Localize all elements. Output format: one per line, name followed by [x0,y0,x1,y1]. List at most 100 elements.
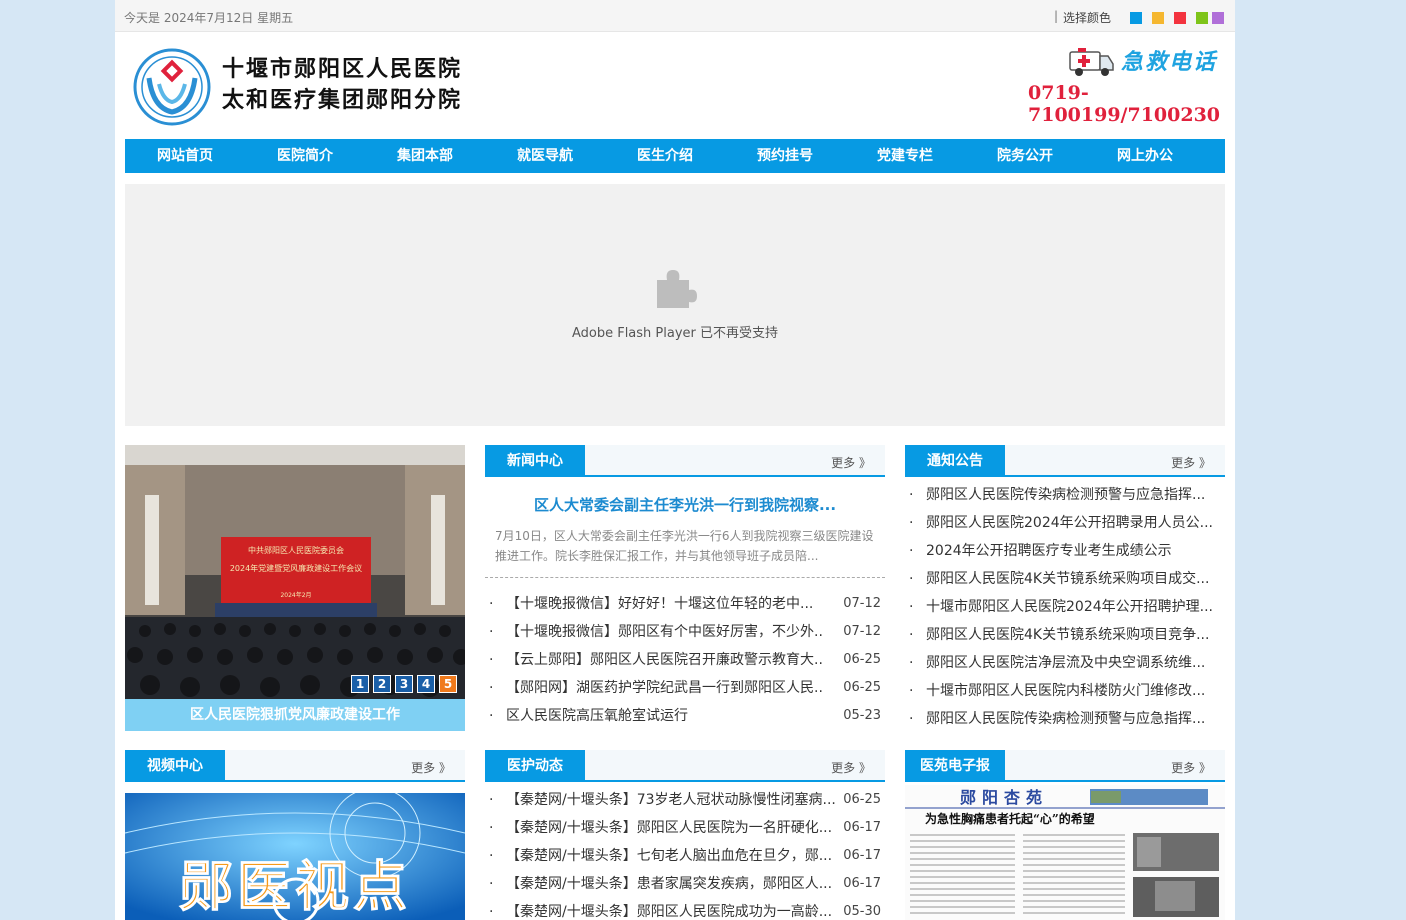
flash-placeholder: Adobe Flash Player 已不再受支持 [125,184,1225,426]
nursing-title: 医护动态 [485,750,585,782]
nav-online-office[interactable]: 网上办公 [1085,139,1205,173]
notice-item-title[interactable]: 十堰市郧阳区人民医院内科楼防火门维修改... [926,677,1205,705]
video-center-header: 视频中心 更多 》 [125,750,465,782]
notice-more-link[interactable]: 更多 》 [1171,454,1211,471]
main-nav: 网站首页 医院简介 集团本部 就医导航 医生介绍 预约挂号 党建专栏 院务公开 … [125,139,1225,173]
nursing-more-link[interactable]: 更多 》 [831,759,871,776]
news-center-title: 新闻中心 [485,445,585,477]
list-item[interactable]: · 区人民医院高压氧舱室试运行 05-23 [485,702,885,730]
nav-appointment[interactable]: 预约挂号 [725,139,845,173]
plugin-puzzle-icon [657,270,697,308]
hospital-name-line2: 太和医疗集团郧阳分院 [222,87,463,113]
nursing-item-title[interactable]: 【秦楚网/十堰头条】郧阳区人民医院为一名肝硬化... [506,814,840,842]
nav-doctors[interactable]: 医生介绍 [605,139,725,173]
nursing-item-date: 06-17 [843,876,881,891]
list-item[interactable]: · 【秦楚网/十堰头条】郧阳区人民医院成功为一高龄... 05-30 [485,898,885,920]
news-item-title[interactable]: 【郧阳网】湖医药护学院纪武昌一行到郧阳区人民... [506,674,822,702]
banner-line1: 中共郧阳区人民医院委员会 [248,545,344,555]
slide-dot-2[interactable]: 2 [373,675,391,693]
nursing-item-title[interactable]: 【秦楚网/十堰头条】郧阳区人民医院成功为一高龄... [506,898,840,920]
nav-party-building[interactable]: 党建专栏 [845,139,965,173]
news-item-title[interactable]: 【云上郧阳】郧阳区人民医院召开廉政警示教育大... [506,646,822,674]
bullet-icon: · [909,599,914,615]
list-item[interactable]: · 十堰市郧阳区人民医院内科楼防火门维修改... [905,677,1225,705]
list-item[interactable]: · 郧阳区人民医院洁净层流及中央空调系统维... [905,649,1225,677]
nursing-item-date: 06-17 [843,820,881,835]
nav-group-headquarters[interactable]: 集团本部 [365,139,485,173]
date-text: 今天是 2024年7月12日 星期五 [124,11,294,25]
notice-item-title[interactable]: 郧阳区人民医院传染病检测预警与应急指挥... [926,705,1205,733]
slide-pagination: 1 2 3 4 5 [351,675,457,693]
nav-home[interactable]: 网站首页 [125,139,245,173]
slide-dot-5[interactable]: 5 [439,675,457,693]
slide-image[interactable]: 中共郧阳区人民医院委员会 2024年党建暨党风廉政建设工作会议 2024年2月 [125,445,465,699]
choose-color-label: 选择颜色 [1063,11,1112,25]
color-swatch-red[interactable] [1174,12,1186,24]
news-item-date: 07-12 [843,596,881,611]
nav-hospital-intro[interactable]: 医院简介 [245,139,365,173]
nursing-item-title[interactable]: 【秦楚网/十堰头条】73岁老人冠状动脉慢性闭塞病... [506,786,840,814]
notice-item-title[interactable]: 郧阳区人民医院传染病检测预警与应急指挥... [926,481,1205,509]
notice-item-title[interactable]: 郧阳区人民医院4K关节镜系统采购项目成交... [926,565,1209,593]
list-item[interactable]: · 郧阳区人民医院传染病检测预警与应急指挥... [905,481,1225,509]
hospital-name: 十堰市郧阳区人民医院 太和医疗集团郧阳分院 [222,54,462,116]
news-list: · 【十堰晚报微信】好好好！十堰这位年轻的老中... 07-12 · 【十堰晚报微信】… [485,590,885,730]
slide-dot-3[interactable]: 3 [395,675,413,693]
nursing-item-title[interactable]: 【秦楚网/十堰头条】患者家属突发疾病，郧阳区人... [506,870,840,898]
epaper-thumbnail[interactable]: 郧阳杏苑 为急性胸痛患者托起“心”的希望 [905,785,1225,920]
list-item[interactable]: · 【十堰晚报微信】郧阳区有个中医好厉害，不少外... 07-12 [485,618,885,646]
news-item-title[interactable]: 【十堰晚报微信】好好好！十堰这位年轻的老中... [506,590,822,618]
epaper-masthead: 郧阳杏苑 [960,788,1048,807]
color-swatch-blue[interactable] [1130,12,1142,24]
bullet-icon: · [909,711,914,727]
nursing-item-title[interactable]: 【秦楚网/十堰头条】七旬老人脑出血危在旦夕，郧... [506,842,840,870]
news-slideshow[interactable]: 中共郧阳区人民医院委员会 2024年党建暨党风廉政建设工作会议 2024年2月 [125,445,465,731]
bullet-icon: · [909,655,914,671]
notice-item-title[interactable]: 十堰市郧阳区人民医院2024年公开招聘护理... [926,593,1213,621]
nursing-header: 医护动态 更多 》 [485,750,885,782]
color-swatch-purple[interactable] [1212,12,1224,24]
nav-medical-guide[interactable]: 就医导航 [485,139,605,173]
list-item[interactable]: · 【秦楚网/十堰头条】郧阳区人民医院为一名肝硬化... 06-17 [485,814,885,842]
list-item[interactable]: · 【十堰晚报微信】好好好！十堰这位年轻的老中... 07-12 [485,590,885,618]
list-item[interactable]: · 郧阳区人民医院2024年公开招聘录用人员公... [905,509,1225,537]
list-item[interactable]: · 郧阳区人民医院传染病检测预警与应急指挥... [905,705,1225,733]
hospital-logo[interactable] [133,48,211,126]
news-more-link[interactable]: 更多 》 [831,454,871,471]
news-headline[interactable]: 区人大常委会副主任李光洪一行到我院视察... [485,494,885,515]
notice-item-title[interactable]: 2024年公开招聘医疗专业考生成绩公示 [926,537,1172,565]
slide-dot-1[interactable]: 1 [351,675,369,693]
notice-title: 通知公告 [905,445,1005,477]
notice-item-title[interactable]: 郧阳区人民医院洁净层流及中央空调系统维... [926,649,1205,677]
epaper-more-link[interactable]: 更多 》 [1171,759,1211,776]
bullet-icon: · [489,820,494,836]
list-item[interactable]: · 【云上郧阳】郧阳区人民医院召开廉政警示教育大... 06-25 [485,646,885,674]
notice-item-title[interactable]: 郧阳区人民医院2024年公开招聘录用人员公... [926,509,1213,537]
news-item-title[interactable]: 【十堰晚报微信】郧阳区有个中医好厉害，不少外... [506,618,822,646]
notice-item-title[interactable]: 郧阳区人民医院4K关节镜系统采购项目竞争... [926,621,1209,649]
list-item[interactable]: · 十堰市郧阳区人民医院2024年公开招聘护理... [905,593,1225,621]
bullet-icon: · [489,904,494,920]
bullet-icon: · [909,627,914,643]
banner-line2: 2024年党建暨党风廉政建设工作会议 [230,563,362,573]
list-item[interactable]: · 郧阳区人民医院4K关节镜系统采购项目成交... [905,565,1225,593]
nav-affairs-public[interactable]: 院务公开 [965,139,1085,173]
color-swatch-orange[interactable] [1152,12,1164,24]
news-item-title[interactable]: 区人民医院高压氧舱室试运行 [506,702,822,730]
list-item[interactable]: · 【秦楚网/十堰头条】73岁老人冠状动脉慢性闭塞病... 06-25 [485,786,885,814]
list-item[interactable]: · 【秦楚网/十堰头条】患者家属突发疾病，郧阳区人... 06-17 [485,870,885,898]
bullet-icon: · [489,708,494,724]
list-item[interactable]: · 【秦楚网/十堰头条】七旬老人脑出血危在旦夕，郧... 06-17 [485,842,885,870]
list-item[interactable]: · 【郧阳网】湖医药护学院纪武昌一行到郧阳区人民... 06-25 [485,674,885,702]
slide-dot-4[interactable]: 4 [417,675,435,693]
slide-caption[interactable]: 区人民医院狠抓党风廉政建设工作 [125,699,465,731]
nursing-item-date: 05-30 [843,904,881,919]
color-swatch-green[interactable] [1196,12,1208,24]
top-bar: 今天是 2024年7月12日 星期五 | 选择颜色 [115,0,1235,32]
bullet-icon: · [909,515,914,531]
bullet-icon: · [909,571,914,587]
video-more-link[interactable]: 更多 》 [411,759,451,776]
video-thumbnail[interactable]: 郧医视点 [125,793,465,920]
list-item[interactable]: · 2024年公开招聘医疗专业考生成绩公示 [905,537,1225,565]
list-item[interactable]: · 郧阳区人民医院4K关节镜系统采购项目竞争... [905,621,1225,649]
